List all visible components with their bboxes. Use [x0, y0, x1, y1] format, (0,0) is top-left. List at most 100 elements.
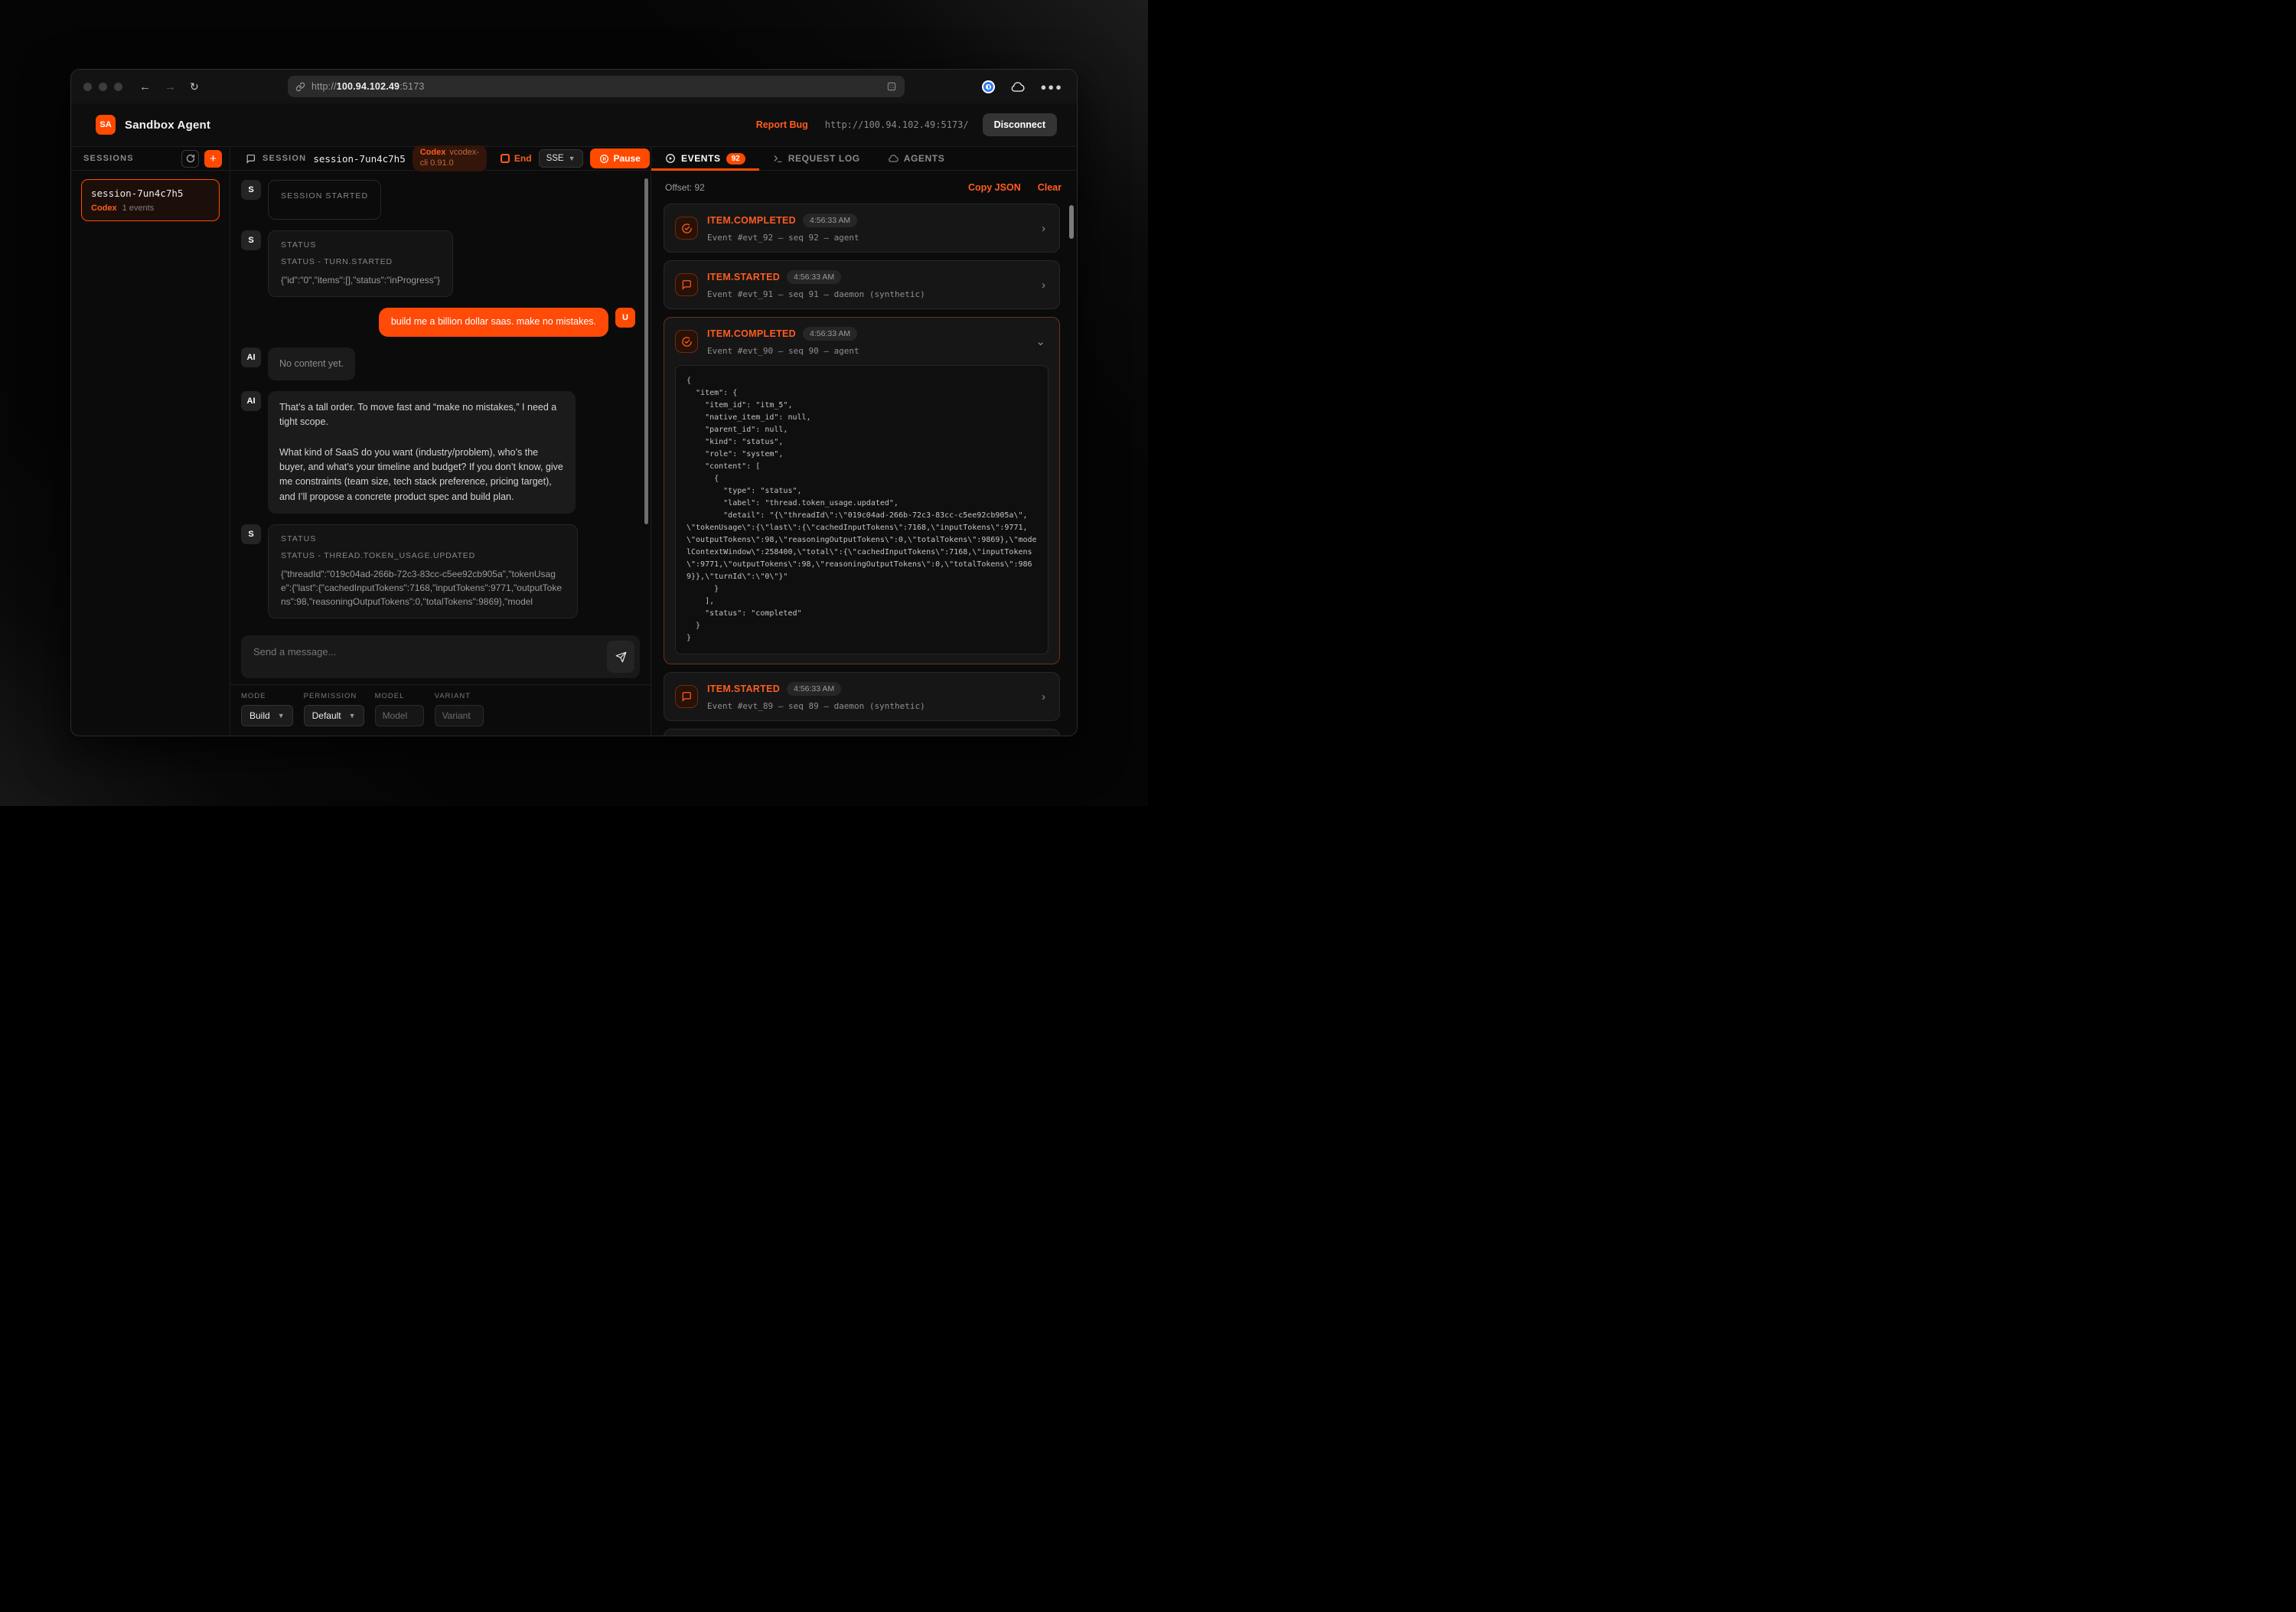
event-card[interactable]: ITEM.COMPLETED4:56:33 AM Event #evt_92 —… — [664, 204, 1060, 253]
report-bug-link[interactable]: Report Bug — [756, 119, 808, 130]
event-type: ITEM.COMPLETED — [707, 328, 796, 339]
system-avatar: S — [241, 180, 261, 200]
tab-request-log[interactable]: REQUEST LOG — [759, 147, 874, 170]
system-avatar: S — [241, 524, 261, 544]
pause-button[interactable]: Pause — [590, 148, 650, 168]
send-button[interactable] — [607, 641, 634, 673]
ai-avatar: AI — [241, 348, 261, 367]
session-agent-label: Codex — [91, 204, 117, 213]
mode-label: MODE — [241, 692, 293, 700]
send-icon — [615, 651, 627, 663]
window-controls[interactable] — [83, 83, 122, 91]
transport-select[interactable]: SSE▼ — [539, 149, 583, 168]
back-button[interactable]: ← — [139, 81, 151, 93]
password-manager-icon[interactable] — [982, 80, 995, 93]
message-list[interactable]: S SESSION STARTED S STATUS STATUS - TURN… — [230, 171, 651, 628]
event-card-expanded[interactable]: ITEM.COMPLETED 4:56:33 AM Event #evt_90 —… — [664, 317, 1060, 664]
browser-window: ← → ↻ http://100.94.102.49:5173 ●●● — [70, 69, 1078, 736]
user-avatar: U — [615, 308, 635, 328]
event-card[interactable]: ITEM.STARTED4:56:33 AM Event #evt_89 — s… — [664, 672, 1060, 721]
model-input[interactable] — [375, 705, 424, 726]
checkbox-icon[interactable] — [501, 154, 510, 163]
message-status-turn-started: S STATUS STATUS - TURN.STARTED {"id":"0"… — [241, 230, 635, 297]
ai-paragraph: What kind of SaaS do you want (industry/… — [279, 445, 564, 505]
events-list[interactable]: ITEM.COMPLETED 4:56:33 AM Event #evt_92 —… — [651, 202, 1077, 736]
chat-bubble-icon — [675, 685, 698, 708]
server-url: http://100.94.102.49:5173/ — [825, 119, 969, 130]
refresh-sessions-button[interactable] — [181, 150, 199, 168]
reload-button[interactable]: ↻ — [190, 81, 199, 92]
event-card[interactable]: ITEM.STARTED4:56:33 AM Event #evt_91 — s… — [664, 260, 1060, 309]
events-scrollbar[interactable] — [1069, 205, 1074, 239]
variant-input[interactable] — [435, 705, 484, 726]
terminal-icon — [773, 154, 783, 164]
ai-avatar: AI — [241, 391, 261, 411]
mode-select[interactable]: Build▼ — [241, 705, 293, 726]
session-label: SESSION — [263, 154, 306, 163]
message-input[interactable] — [241, 635, 640, 678]
copy-json-button[interactable]: Copy JSON — [968, 182, 1021, 193]
disconnect-button[interactable]: Disconnect — [983, 113, 1057, 136]
event-payload-json: { "item": { "item_id": "itm_5", "native_… — [675, 365, 1049, 654]
sessions-sidebar: SESSIONS + session-7un4c7h5 Codex1 event… — [71, 147, 230, 736]
chevron-right-icon[interactable]: › — [1039, 222, 1049, 235]
event-time: 4:56:33 AM — [787, 682, 841, 696]
chat-bubble-icon — [675, 273, 698, 296]
clear-events-button[interactable]: Clear — [1038, 182, 1062, 193]
cloud-icon[interactable] — [1010, 81, 1025, 93]
reader-mode-icon[interactable] — [886, 81, 897, 92]
events-panel: EVENTS 92 REQUEST LOG AGENTS — [651, 147, 1077, 736]
chevron-down-icon[interactable]: ⌄ — [1032, 334, 1049, 348]
check-circle-icon — [675, 217, 698, 240]
message-ai-empty: AI No content yet. — [241, 348, 635, 380]
session-event-count: 1 events — [122, 204, 155, 213]
desktop-background: ← → ↻ http://100.94.102.49:5173 ●●● — [0, 0, 1148, 806]
new-session-button[interactable]: + — [204, 150, 222, 168]
tab-events[interactable]: EVENTS 92 — [651, 147, 759, 170]
event-meta: Event #evt_90 — seq 90 — agent — [707, 346, 1023, 356]
event-meta: Event #evt_91 — seq 91 — daemon (synthet… — [707, 289, 1029, 299]
ai-paragraph: That’s a tall order. To move fast and “m… — [279, 400, 564, 430]
status-subtitle: STATUS - THREAD.TOKEN_USAGE.UPDATED — [281, 551, 565, 560]
status-subtitle: STATUS - TURN.STARTED — [281, 257, 440, 266]
event-time: 4:56:33 AM — [803, 327, 857, 341]
event-meta: Event #evt_92 — seq 92 — agent — [707, 233, 1029, 243]
events-offset: Offset: 92 — [665, 182, 705, 193]
tab-agents[interactable]: AGENTS — [874, 147, 959, 170]
event-time: 4:56:33 AM — [803, 214, 857, 227]
event-type: ITEM.STARTED — [707, 272, 780, 282]
event-card[interactable]: ITEM.COMPLETED4:56:33 AM Event #evt_88 —… — [664, 729, 1060, 736]
status-payload: {"threadId":"019c04ad-266b-72c3-83cc-c5e… — [281, 567, 565, 609]
app-header: SA Sandbox Agent Report Bug http://100.9… — [71, 103, 1077, 147]
ai-message-text: No content yet. — [268, 348, 355, 380]
events-tab-bar: EVENTS 92 REQUEST LOG AGENTS — [651, 147, 1077, 171]
composer — [230, 628, 651, 684]
chevron-right-icon[interactable]: › — [1039, 279, 1049, 292]
events-count-badge: 92 — [726, 153, 745, 165]
session-list-item[interactable]: session-7un4c7h5 Codex1 events — [81, 179, 220, 221]
system-avatar: S — [241, 230, 261, 250]
status-title: STATUS — [281, 534, 565, 543]
events-toolbar: Offset: 92 Copy JSON Clear — [651, 171, 1077, 202]
chevron-right-icon[interactable]: › — [1039, 690, 1049, 703]
minimize-window-button[interactable] — [99, 83, 107, 91]
session-panel-header: SESSION session-7un4c7h5 Codexvcodex-cli… — [230, 147, 651, 171]
forward-button[interactable]: → — [165, 81, 176, 93]
permission-label: PERMISSION — [304, 692, 364, 700]
url-text: http://100.94.102.49:5173 — [311, 81, 425, 92]
zoom-window-button[interactable] — [114, 83, 122, 91]
message-title: SESSION STARTED — [281, 191, 368, 201]
session-options: MODE Build▼ PERMISSION Default▼ MODEL VA… — [230, 684, 651, 736]
session-id: session-7un4c7h5 — [313, 153, 405, 165]
message-ai-reply: AI That’s a tall order. To move fast and… — [241, 391, 635, 514]
message-user: build me a billion dollar saas. make no … — [241, 308, 635, 337]
check-circle-icon — [675, 330, 698, 353]
sessions-title: SESSIONS — [83, 154, 134, 163]
address-bar[interactable]: http://100.94.102.49:5173 — [288, 76, 905, 97]
permission-select[interactable]: Default▼ — [304, 705, 364, 726]
end-session-checkbox[interactable]: End — [501, 153, 532, 164]
more-menu-icon[interactable]: ●●● — [1040, 81, 1063, 93]
chat-scrollbar[interactable] — [644, 178, 648, 524]
agent-version-badge: Codexvcodex-cli 0.91.0 — [413, 145, 487, 171]
close-window-button[interactable] — [83, 83, 92, 91]
